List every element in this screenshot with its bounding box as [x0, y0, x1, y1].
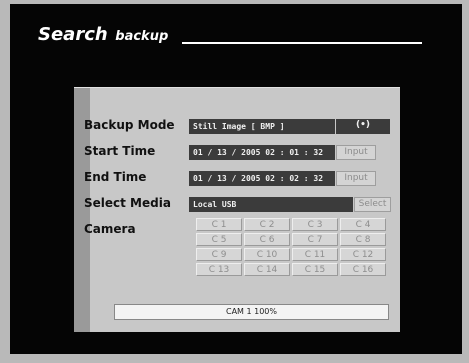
start-time-input-button[interactable]: Input	[336, 145, 376, 160]
start-time-field[interactable]: 01 / 13 / 2005 02 : 01 : 32	[189, 145, 335, 160]
backup-panel: Backup Mode Still Image [ BMP ] (•) Star…	[74, 87, 400, 332]
select-media-field[interactable]: Local USB	[189, 197, 353, 212]
camera-button[interactable]: C 8	[340, 233, 386, 246]
title-sub: backup	[115, 29, 169, 44]
camera-button[interactable]: C 7	[292, 233, 338, 246]
backup-status-bar: CAM 1 100%	[114, 304, 389, 320]
backup-mode-field[interactable]: Still Image [ BMP ]	[189, 119, 335, 134]
camera-button[interactable]: C 12	[340, 248, 386, 261]
camera-button[interactable]: C 5	[196, 233, 242, 246]
camera-label: Camera	[84, 222, 136, 236]
start-time-label: Start Time	[84, 144, 156, 158]
camera-button[interactable]: C 9	[196, 248, 242, 261]
end-time-field[interactable]: 01 / 13 / 2005 02 : 02 : 32	[189, 171, 335, 186]
camera-button[interactable]: C 6	[244, 233, 290, 246]
camera-button[interactable]: C 16	[340, 263, 386, 276]
title-underline	[182, 42, 422, 44]
camera-button[interactable]: C 13	[196, 263, 242, 276]
backup-mode-toggle[interactable]: (•)	[336, 119, 390, 134]
end-time-input-button[interactable]: Input	[336, 171, 376, 186]
camera-button[interactable]: C 3	[292, 218, 338, 231]
end-time-label: End Time	[84, 170, 147, 184]
backup-mode-label: Backup Mode	[84, 118, 175, 132]
page-title: Search backup	[38, 24, 168, 45]
camera-button[interactable]: C 11	[292, 248, 338, 261]
select-media-button[interactable]: Select	[354, 197, 391, 212]
select-media-label: Select Media	[84, 196, 171, 210]
backup-screen: Search backup Backup Mode Still Image [ …	[10, 4, 462, 354]
camera-button[interactable]: C 4	[340, 218, 386, 231]
camera-button[interactable]: C 15	[292, 263, 338, 276]
camera-button[interactable]: C 2	[244, 218, 290, 231]
camera-button[interactable]: C 14	[244, 263, 290, 276]
camera-button[interactable]: C 10	[244, 248, 290, 261]
title-main: Search	[38, 24, 108, 45]
camera-button[interactable]: C 1	[196, 218, 242, 231]
camera-grid: C 1 C 2 C 3 C 4 C 5 C 6 C 7 C 8 C 9 C 10…	[196, 218, 386, 276]
